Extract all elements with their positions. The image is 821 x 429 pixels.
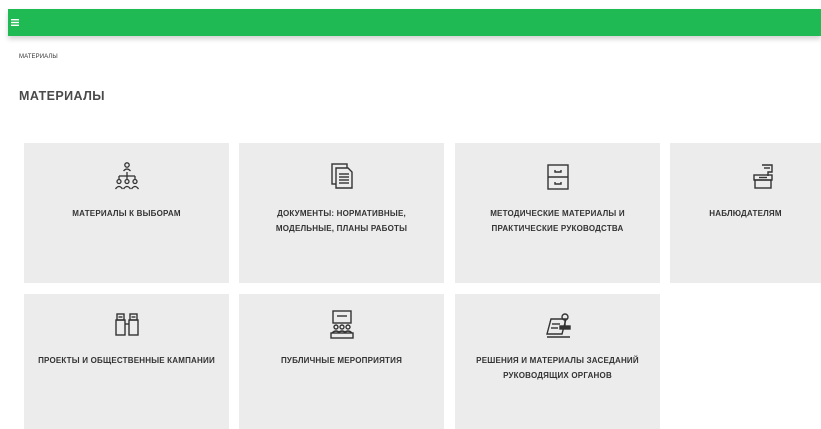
tile-label: ДОКУМЕНТЫ: НОРМАТИВНЫЕ, МОДЕЛЬНЫЕ, ПЛАНЫ… xyxy=(275,209,408,233)
ballot-box-icon xyxy=(750,162,776,192)
tile-projects-campaigns[interactable]: ПРОЕКТЫ И ОБЩЕСТВЕННЫЕ КАМПАНИИ xyxy=(24,294,229,429)
tile-label: НАБЛЮДАТЕЛЯМ xyxy=(709,209,782,218)
tile-methodological-materials[interactable]: МЕТОДИЧЕСКИЕ МАТЕРИАЛЫ И ПРАКТИЧЕСКИЕ РУ… xyxy=(455,143,660,283)
tile-label: ПРОЕКТЫ И ОБЩЕСТВЕННЫЕ КАМПАНИИ xyxy=(38,356,215,365)
page-title: МАТЕРИАЛЫ xyxy=(19,89,105,103)
tile-public-events[interactable]: ПУБЛИЧНЫЕ МЕРОПРИЯТИЯ xyxy=(239,294,444,429)
tile-decisions-governing-bodies[interactable]: РЕШЕНИЯ И МАТЕРИАЛЫ ЗАСЕДАНИЙ РУКОВОДЯЩИ… xyxy=(455,294,660,429)
tile-label: МАТЕРИАЛЫ К ВЫБОРАМ xyxy=(72,209,181,218)
hierarchy-people-icon xyxy=(114,162,140,192)
tile-label: МЕТОДИЧЕСКИЕ МАТЕРИАЛЫ И ПРАКТИЧЕСКИЕ РУ… xyxy=(490,209,625,233)
tile-materials-for-elections[interactable]: МАТЕРИАЛЫ К ВЫБОРАМ xyxy=(24,143,229,283)
tile-label: РЕШЕНИЯ И МАТЕРИАЛЫ ЗАСЕДАНИЙ РУКОВОДЯЩИ… xyxy=(476,356,639,380)
filing-cabinet-icon xyxy=(545,162,571,192)
public-event-icon xyxy=(328,309,356,341)
stamp-document-icon xyxy=(544,309,572,341)
breadcrumb[interactable]: МАТЕРИАЛЫ xyxy=(19,54,58,60)
hamburger-menu-icon[interactable] xyxy=(11,16,20,28)
tile-documents[interactable]: ДОКУМЕНТЫ: НОРМАТИВНЫЕ, МОДЕЛЬНЫЕ, ПЛАНЫ… xyxy=(239,143,444,283)
binoculars-icon xyxy=(113,309,141,341)
top-app-bar xyxy=(8,9,821,36)
tile-observers[interactable]: НАБЛЮДАТЕЛЯМ xyxy=(670,143,821,283)
documents-icon xyxy=(329,162,355,192)
tile-label: ПУБЛИЧНЫЕ МЕРОПРИЯТИЯ xyxy=(280,356,403,365)
